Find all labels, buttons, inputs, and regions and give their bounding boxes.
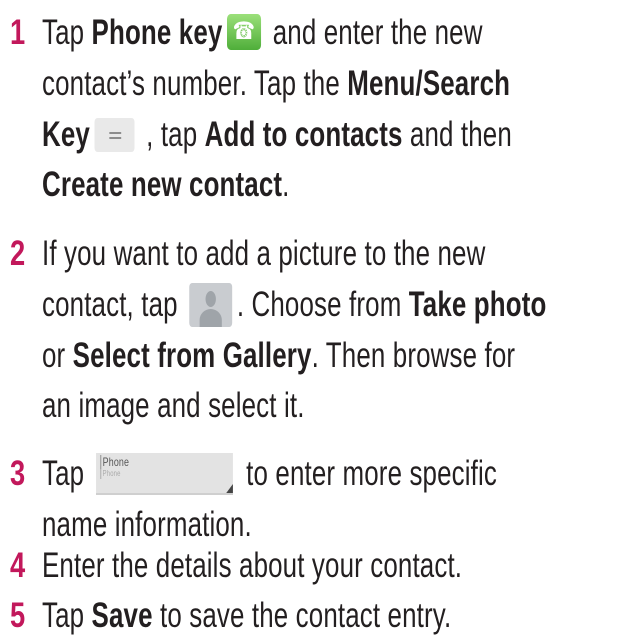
step-number: 5	[10, 596, 26, 635]
step-1-line-4: Create new contact.	[42, 165, 290, 204]
step-1-line-2: contact’s number. Tap the Menu/Search	[42, 64, 511, 103]
step-2-line-3: or Select from Gallery. Then browse for	[42, 336, 516, 375]
step-number: 1	[10, 13, 26, 52]
name-field-label: Phone	[100, 454, 129, 469]
create-new-contact-label: Create new contact	[42, 165, 283, 204]
step-2-line-1: If you want to add a picture to the new	[42, 234, 486, 273]
phone-key-icon	[226, 13, 261, 50]
step-1-line-1: Tap Phone key and enter the new	[42, 8, 483, 58]
step-5-line-1: Tap Save to save the contact entry.	[42, 596, 452, 635]
step-4-line-1: Enter the details about your contact.	[42, 546, 463, 585]
step-1-line-3: Key , tap Add to contacts and then	[42, 115, 512, 154]
menu-search-key-icon	[94, 117, 135, 152]
select-from-gallery-label: Select from Gallery	[72, 336, 312, 375]
step-number: 4	[10, 546, 26, 585]
contact-picture-icon	[189, 282, 233, 327]
step-2-line-4: an image and select it.	[42, 386, 305, 425]
add-to-contacts-label: Add to contacts	[204, 115, 403, 154]
phone-key-label: Phone key	[91, 13, 223, 52]
step-number: 2	[10, 234, 26, 273]
step-number: 3	[10, 454, 26, 493]
menu-search-label: Menu/Search	[347, 64, 511, 103]
name-field-image: Phone Phone	[95, 452, 233, 495]
save-label: Save	[91, 596, 153, 635]
take-photo-label: Take photo	[408, 285, 547, 324]
instruction-page: 1 Tap Phone key and enter the new contac…	[0, 0, 637, 641]
step-2-line-2: contact, tap . Choose from Take photo	[42, 280, 546, 330]
step-3-line-1: Tap Phone Phone to enter more specific	[42, 452, 498, 495]
name-field-sub: Phone	[100, 468, 120, 479]
